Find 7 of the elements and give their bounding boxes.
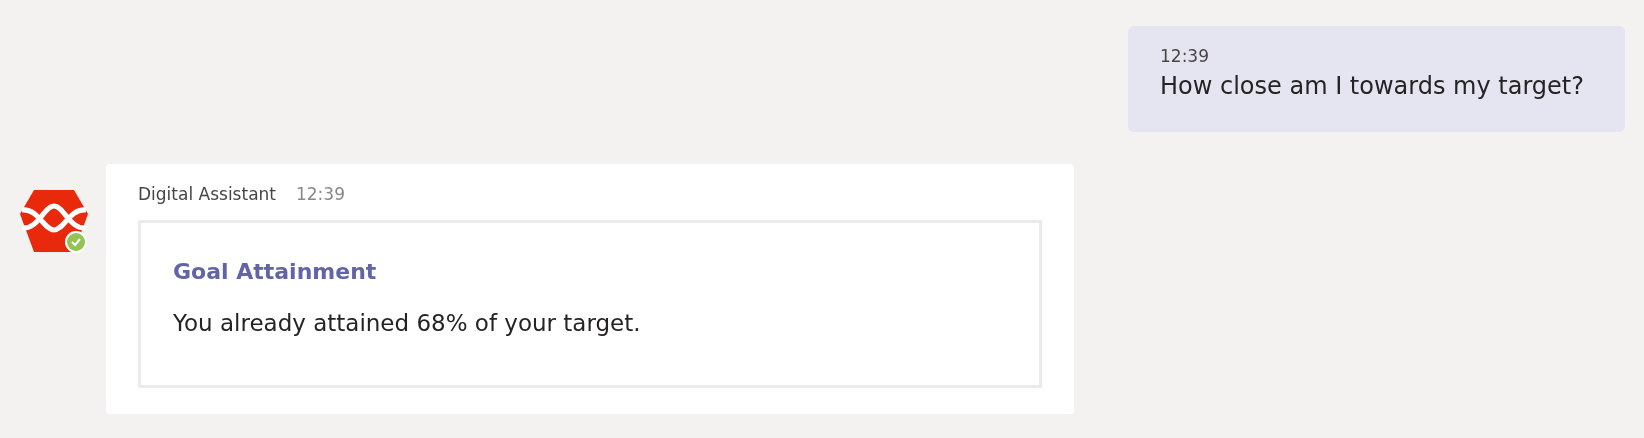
message-time: 12:39 — [1160, 46, 1210, 66]
card-text: You already attained 68% of your target. — [173, 310, 642, 336]
bot-avatar-icon — [20, 190, 88, 252]
card-title: Goal Attainment — [173, 259, 378, 284]
message-time: 12:39 — [296, 184, 345, 204]
sender-name: Digital Assistant — [138, 184, 276, 204]
message-text: How close am I towards my target? — [1160, 72, 1586, 100]
